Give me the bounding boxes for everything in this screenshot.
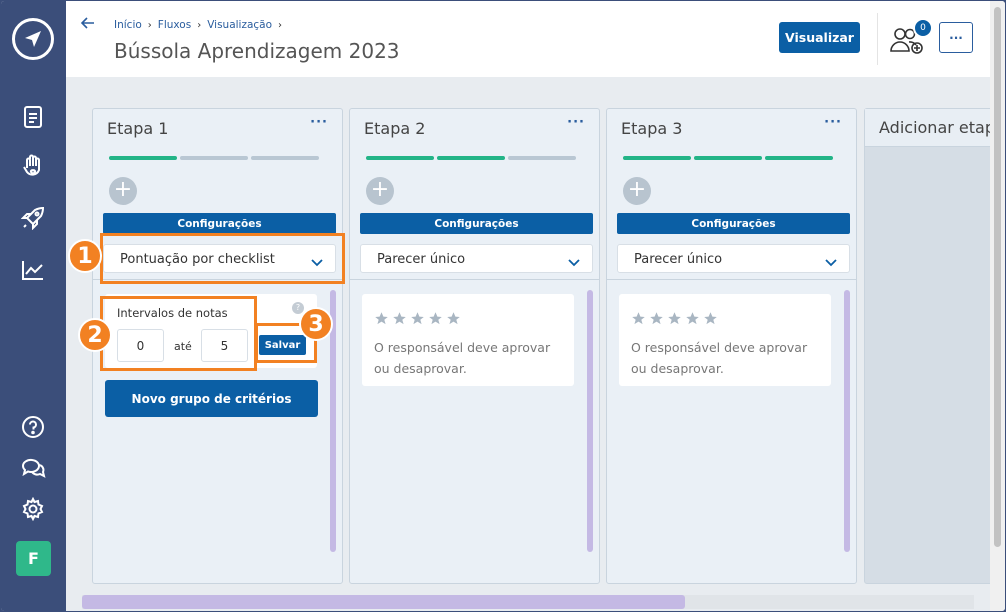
progress-segment	[109, 156, 177, 160]
chevron-right-icon: ›	[278, 19, 283, 31]
stage-progress	[623, 156, 833, 160]
annotation-badge-3: 3	[299, 307, 333, 341]
star-icon	[411, 312, 424, 325]
rating-stars	[631, 311, 718, 326]
stage-progress	[109, 156, 319, 160]
select-value: Parecer único	[377, 252, 466, 267]
evaluation-type-select[interactable]: Parecer único	[617, 244, 850, 273]
header-divider	[877, 13, 878, 65]
annotation-box-2	[100, 296, 257, 371]
annotation-badge-1: 1	[68, 239, 102, 273]
stage-title[interactable]: Etapa 3	[621, 119, 682, 138]
evaluation-type-select[interactable]: Parecer único	[360, 244, 593, 273]
hand-heart-icon[interactable]	[20, 154, 46, 180]
page-title: Bússola Aprendizagem 2023	[114, 39, 400, 63]
breadcrumb: Início › Fluxos › Visualização ›	[114, 19, 282, 31]
configurations-button[interactable]: Configurações	[360, 213, 593, 234]
user-avatar[interactable]: F	[16, 541, 51, 576]
add-plus-icon[interactable]: +	[109, 177, 137, 205]
horizontal-scrollbar-thumb[interactable]	[82, 595, 685, 609]
star-icon	[447, 312, 460, 325]
progress-segment	[694, 156, 762, 160]
breadcrumb-flows[interactable]: Fluxos	[158, 19, 191, 31]
chat-icon[interactable]	[20, 455, 46, 481]
help-icon[interactable]	[20, 414, 46, 440]
card-description: O responsável deve aprovar ou desaprovar…	[631, 340, 808, 376]
chevron-right-icon: ›	[147, 19, 152, 31]
add-stage-column[interactable]: Adicionar etapa	[864, 108, 990, 584]
breadcrumb-view[interactable]: Visualização	[207, 19, 272, 31]
add-plus-icon[interactable]: +	[366, 177, 394, 205]
chevron-down-icon	[825, 253, 837, 272]
configurations-button[interactable]: Configurações	[617, 213, 850, 234]
more-options-button[interactable]: ···	[939, 22, 973, 53]
visualize-button[interactable]: Visualizar	[779, 22, 860, 53]
star-icon	[429, 312, 442, 325]
approval-card: O responsável deve aprovar ou desaprovar…	[362, 294, 574, 386]
progress-segment	[180, 156, 248, 160]
stage-menu-button[interactable]: ···	[567, 115, 585, 130]
rocket-icon[interactable]	[20, 205, 46, 231]
star-icon	[686, 312, 699, 325]
star-icon	[650, 312, 663, 325]
chevron-right-icon: ›	[197, 19, 202, 31]
chevron-down-icon	[568, 253, 580, 272]
progress-segment	[508, 156, 576, 160]
stage-title[interactable]: Etapa 2	[364, 119, 425, 138]
configurations-button[interactable]: Configurações	[103, 213, 336, 234]
progress-segment	[437, 156, 505, 160]
participants-count-badge: 0	[913, 18, 933, 38]
annotation-badge-2: 2	[78, 318, 112, 352]
back-arrow-icon[interactable]	[80, 15, 96, 35]
document-icon[interactable]	[20, 104, 46, 130]
app-window: F Início › Fluxos › Visualização › Bússo…	[1, 1, 1005, 611]
star-icon	[393, 312, 406, 325]
star-icon	[668, 312, 681, 325]
add-plus-icon[interactable]: +	[623, 177, 651, 205]
divider	[350, 279, 599, 280]
compass-logo-icon[interactable]	[12, 18, 54, 60]
stage-progress	[366, 156, 576, 160]
select-value: Parecer único	[634, 252, 723, 267]
column-scrollbar[interactable]	[587, 290, 593, 552]
sidebar: F	[1, 1, 66, 611]
card-description: O responsável deve aprovar ou desaprovar…	[374, 340, 551, 376]
vertical-scrollbar-thumb[interactable]	[994, 7, 1001, 547]
progress-segment	[765, 156, 833, 160]
breadcrumb-home[interactable]: Início	[114, 19, 142, 31]
vertical-scrollbar[interactable]	[990, 1, 1005, 611]
approval-card: O responsável deve aprovar ou desaprovar…	[619, 294, 831, 386]
rating-stars	[374, 311, 461, 326]
star-icon	[632, 312, 645, 325]
annotation-box-1	[100, 233, 345, 284]
column-scrollbar[interactable]	[844, 290, 850, 552]
progress-segment	[251, 156, 319, 160]
horizontal-scrollbar[interactable]	[82, 595, 974, 609]
stage-column-3: Etapa 3 ··· + Configurações Parecer únic…	[606, 108, 857, 584]
gear-icon[interactable]	[20, 496, 46, 522]
stage-menu-button[interactable]: ···	[310, 115, 328, 130]
star-icon	[375, 312, 388, 325]
progress-segment	[366, 156, 434, 160]
stage-title[interactable]: Etapa 1	[107, 119, 168, 138]
stage-menu-button[interactable]: ···	[824, 115, 842, 130]
star-icon	[704, 312, 717, 325]
stage-column-2: Etapa 2 ··· + Configurações Parecer únic…	[349, 108, 600, 584]
chart-icon[interactable]	[20, 257, 46, 283]
divider	[607, 279, 856, 280]
add-stage-label[interactable]: Adicionar etapa	[865, 109, 990, 147]
progress-segment	[623, 156, 691, 160]
new-criteria-group-button[interactable]: Novo grupo de critérios	[105, 380, 318, 417]
page-header: Início › Fluxos › Visualização › Bússola…	[66, 1, 990, 77]
